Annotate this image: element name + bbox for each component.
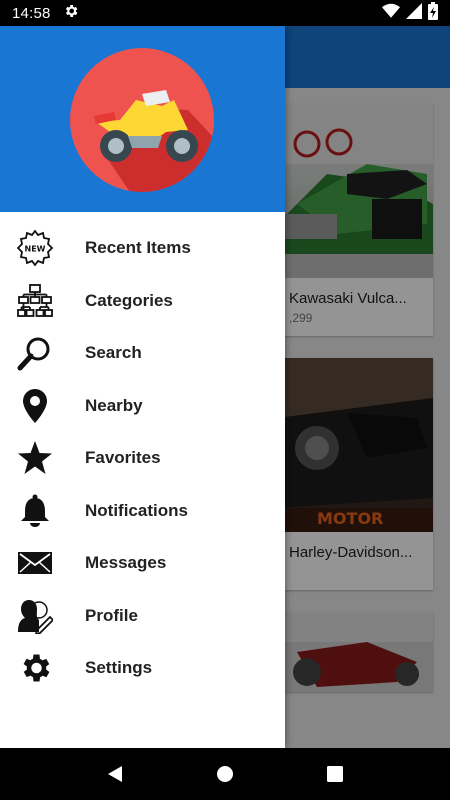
location-pin-icon <box>16 387 54 425</box>
system-nav-bar <box>0 748 450 800</box>
menu-item-nearby[interactable]: Nearby <box>0 380 285 433</box>
gear-icon <box>63 3 79 23</box>
menu-item-categories[interactable]: Categories <box>0 275 285 328</box>
menu-label: Settings <box>85 658 153 678</box>
home-circle-icon[interactable] <box>205 754 245 794</box>
star-icon <box>16 439 54 477</box>
svg-text:NEW: NEW <box>25 245 46 254</box>
battery-charging-icon <box>428 2 438 24</box>
menu-item-profile[interactable]: Profile <box>0 590 285 643</box>
signal-icon <box>406 3 422 23</box>
profile-edit-icon <box>16 597 54 635</box>
menu-item-favorites[interactable]: Favorites <box>0 432 285 485</box>
wifi-icon <box>382 3 400 23</box>
menu-label: Categories <box>85 290 173 310</box>
recents-square-icon[interactable] <box>315 754 355 794</box>
menu-item-notifications[interactable]: Notifications <box>0 485 285 538</box>
menu-label: Messages <box>85 553 167 573</box>
menu-item-search[interactable]: Search <box>0 327 285 380</box>
menu-label: Search <box>85 343 142 363</box>
status-time: 14:58 <box>12 4 51 22</box>
motorcycle-logo-icon <box>70 48 214 192</box>
navigation-drawer: NEW Recent Items Categories Search Nearb… <box>0 26 285 748</box>
menu-label: Profile <box>85 605 138 625</box>
menu-label: Nearby <box>85 395 143 415</box>
menu-item-messages[interactable]: Messages <box>0 537 285 590</box>
search-icon <box>16 334 54 372</box>
gear-icon <box>16 649 54 687</box>
drawer-menu: NEW Recent Items Categories Search Nearb… <box>0 212 285 695</box>
menu-label: Favorites <box>85 448 161 468</box>
sitemap-icon <box>16 282 54 320</box>
new-badge-icon: NEW <box>16 229 54 267</box>
drawer-header <box>0 26 285 212</box>
menu-label: Notifications <box>85 500 188 520</box>
menu-item-settings[interactable]: Settings <box>0 642 285 695</box>
bell-icon <box>16 492 54 530</box>
menu-item-recent-items[interactable]: NEW Recent Items <box>0 222 285 275</box>
envelope-icon <box>16 544 54 582</box>
back-triangle-icon[interactable] <box>95 754 135 794</box>
menu-label: Recent Items <box>85 238 191 258</box>
status-bar: 14:58 <box>0 0 450 26</box>
